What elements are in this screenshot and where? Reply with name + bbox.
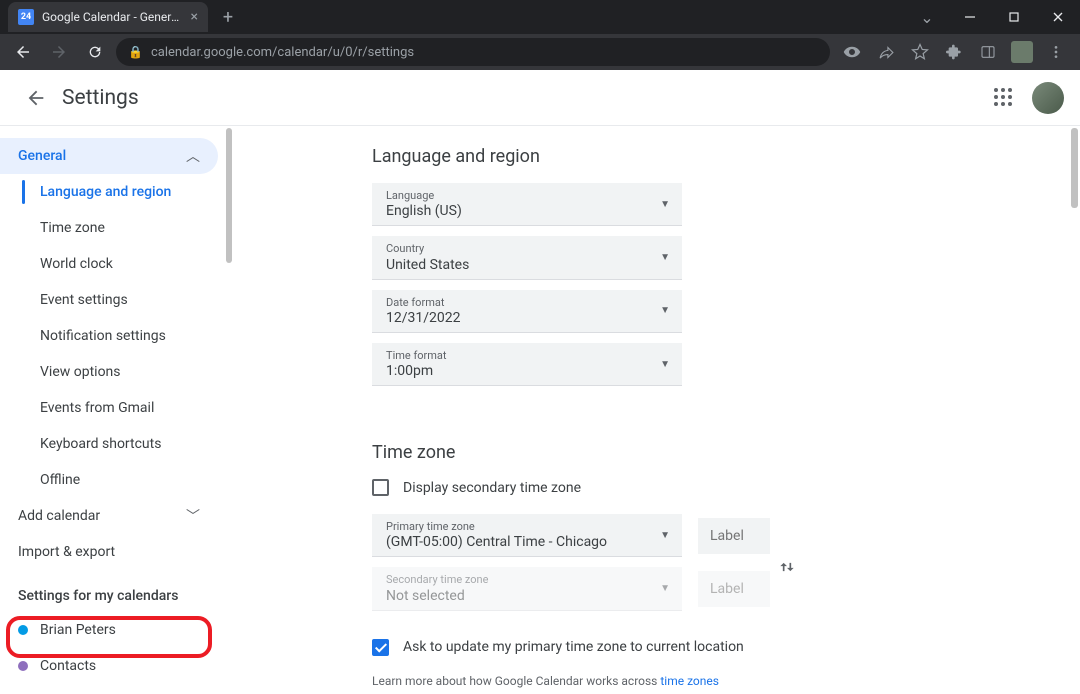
checkbox-label: Display secondary time zone xyxy=(403,480,581,496)
dropdown-secondary-timezone: Secondary time zone Not selected ▼ xyxy=(372,567,682,610)
dropdown-arrow-icon: ▼ xyxy=(660,530,670,541)
calendar-color-dot xyxy=(18,625,28,635)
share-icon[interactable] xyxy=(870,37,902,67)
dropdown-arrow-icon: ▼ xyxy=(660,252,670,263)
page-title: Settings xyxy=(62,86,139,110)
sidepanel-icon[interactable] xyxy=(972,37,1004,67)
settings-sidebar: General ︿ Language and region Time zone … xyxy=(0,126,232,694)
calendar-item-brian-peters[interactable]: Brian Peters xyxy=(0,612,232,648)
learn-more-text: Learn more about how Google Calendar wor… xyxy=(372,674,1080,688)
new-tab-button[interactable]: + xyxy=(214,3,242,31)
sidebar-sub-world-clock[interactable]: World clock xyxy=(0,246,232,282)
settings-header: Settings xyxy=(0,70,1080,126)
dropdown-value: 12/31/2022 xyxy=(386,310,461,326)
dropdown-date-format[interactable]: Date format 12/31/2022 ▼ xyxy=(372,290,682,333)
sidebar-item-label: Import & export xyxy=(18,544,115,560)
bookmark-star-icon[interactable] xyxy=(904,37,936,67)
chevron-up-icon: ︿ xyxy=(186,146,200,166)
learn-more-link[interactable]: time zones xyxy=(660,674,719,688)
dropdown-label: Time format xyxy=(386,349,447,363)
window-close-button[interactable] xyxy=(1036,2,1080,32)
tabs-dropdown-icon[interactable]: ⌄ xyxy=(912,8,942,27)
sidebar-heading-my-calendars: Settings for my calendars xyxy=(0,570,232,612)
dropdown-value: Not selected xyxy=(386,588,488,604)
address-bar[interactable]: 🔒 calendar.google.com/calendar/u/0/r/set… xyxy=(116,38,830,66)
calendar-name: Brian Peters xyxy=(40,622,116,638)
favicon-icon: 24 xyxy=(18,9,34,25)
calendar-name: Contacts xyxy=(40,658,96,674)
window-minimize-button[interactable] xyxy=(948,2,992,32)
calendar-item-contacts[interactable]: Contacts xyxy=(0,648,232,684)
checkbox-secondary-timezone[interactable] xyxy=(372,479,389,496)
chevron-down-icon: ﹀ xyxy=(186,506,200,526)
dropdown-language[interactable]: Language English (US) ▼ xyxy=(372,183,682,226)
nav-reload-button[interactable] xyxy=(80,37,110,67)
input-secondary-tz-label xyxy=(698,571,770,607)
input-primary-tz-label[interactable] xyxy=(698,518,770,554)
google-apps-button[interactable] xyxy=(994,88,1014,108)
sidebar-sub-event-settings[interactable]: Event settings xyxy=(0,282,232,318)
browser-menu-icon[interactable] xyxy=(1040,37,1072,67)
sidebar-sub-offline[interactable]: Offline xyxy=(0,462,232,498)
checkbox-label: Ask to update my primary time zone to cu… xyxy=(403,639,744,655)
content-scrollbar[interactable] xyxy=(1071,128,1078,208)
sidebar-item-label: General xyxy=(18,148,66,164)
section-title-language-region: Language and region xyxy=(372,146,1080,167)
sidebar-sub-time-zone[interactable]: Time zone xyxy=(0,210,232,246)
settings-back-button[interactable] xyxy=(16,78,56,118)
sidebar-sub-keyboard-shortcuts[interactable]: Keyboard shortcuts xyxy=(0,426,232,462)
window-maximize-button[interactable] xyxy=(992,2,1036,32)
sidebar-sub-view-options[interactable]: View options xyxy=(0,354,232,390)
sidebar-item-label: Add calendar xyxy=(18,508,100,524)
url-text: calendar.google.com/calendar/u/0/r/setti… xyxy=(151,45,414,60)
dropdown-label: Secondary time zone xyxy=(386,573,488,587)
browser-tab[interactable]: 24 Google Calendar - General settin × xyxy=(8,2,208,32)
sidebar-item-general[interactable]: General ︿ xyxy=(0,138,218,174)
tab-close-icon[interactable]: × xyxy=(191,9,198,25)
account-avatar[interactable] xyxy=(1032,82,1064,114)
nav-back-button[interactable] xyxy=(8,37,38,67)
dropdown-value: (GMT-05:00) Central Time - Chicago xyxy=(386,534,607,550)
page: Settings General ︿ Language and region T… xyxy=(0,70,1080,694)
browser-chrome: 24 Google Calendar - General settin × + … xyxy=(0,0,1080,70)
extensions-icon[interactable] xyxy=(938,37,970,67)
dropdown-arrow-icon: ▼ xyxy=(660,199,670,210)
dropdown-value: 1:00pm xyxy=(386,363,447,379)
swap-timezones-button[interactable] xyxy=(770,550,804,584)
apps-grid-icon xyxy=(994,88,1014,108)
profile-chip[interactable] xyxy=(1006,37,1038,67)
tab-title: Google Calendar - General settin xyxy=(42,10,183,24)
dropdown-value: English (US) xyxy=(386,203,462,219)
dropdown-value: United States xyxy=(386,257,469,273)
sidebar-item-import-export[interactable]: Import & export xyxy=(0,534,218,570)
dropdown-arrow-icon: ▼ xyxy=(660,359,670,370)
lock-icon: 🔒 xyxy=(128,45,143,59)
settings-content: Language and region Language English (US… xyxy=(232,126,1080,694)
eye-icon[interactable] xyxy=(836,37,868,67)
dropdown-country[interactable]: Country United States ▼ xyxy=(372,236,682,279)
sidebar-sub-notification-settings[interactable]: Notification settings xyxy=(0,318,232,354)
dropdown-arrow-icon: ▼ xyxy=(660,305,670,316)
dropdown-label: Date format xyxy=(386,296,461,310)
calendar-color-dot xyxy=(18,661,28,671)
sidebar-sub-events-gmail[interactable]: Events from Gmail xyxy=(0,390,232,426)
sidebar-item-add-calendar[interactable]: Add calendar ﹀ xyxy=(0,498,218,534)
dropdown-arrow-icon: ▼ xyxy=(660,583,670,594)
dropdown-primary-timezone[interactable]: Primary time zone (GMT-05:00) Central Ti… xyxy=(372,514,682,557)
sidebar-sub-language-region[interactable]: Language and region xyxy=(0,174,232,210)
nav-forward-button[interactable] xyxy=(44,37,74,67)
dropdown-label: Primary time zone xyxy=(386,520,607,534)
dropdown-label: Country xyxy=(386,242,469,256)
section-title-time-zone: Time zone xyxy=(372,442,1080,463)
dropdown-label: Language xyxy=(386,189,462,203)
checkbox-ask-update-timezone[interactable] xyxy=(372,639,389,656)
dropdown-time-format[interactable]: Time format 1:00pm ▼ xyxy=(372,343,682,386)
